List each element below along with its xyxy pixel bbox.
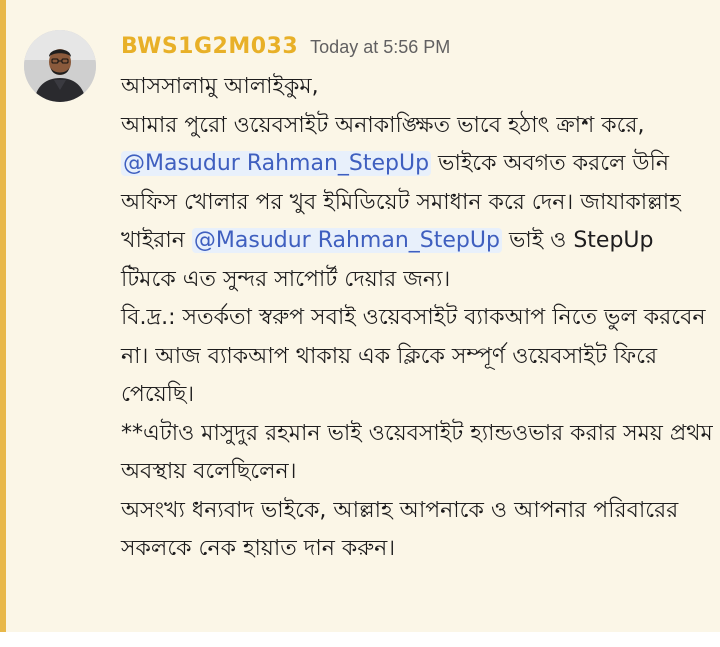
avatar[interactable] <box>24 30 96 102</box>
message-line: অসংখ্য ধন্যবাদ ভাইকে, আল্লাহ আপনাকে ও আপ… <box>121 497 679 562</box>
message-line: আসসালামু আলাইকুম, <box>121 74 319 99</box>
message-body: আসসালামু আলাইকুম, আমার পুরো ওয়েবসাইট অন… <box>121 68 713 569</box>
message-line: **এটাও মাসুদুর রহমান ভাই ওয়েবসাইট হ্যান… <box>121 420 713 485</box>
message-timestamp[interactable]: Today at 5:56 PM <box>310 37 450 58</box>
user-mention[interactable]: @Masudur Rahman_StepUp <box>191 228 502 253</box>
message-row: BWS1G2M033 Today at 5:56 PM আসসালামু আলা… <box>0 0 720 632</box>
author-name[interactable]: BWS1G2M033 <box>121 34 298 59</box>
message-line: আমার পুরো ওয়েবসাইট অনাকাঙ্ক্ষিত ভাবে হঠ… <box>121 112 681 292</box>
message-highlight-bar <box>0 0 6 632</box>
user-mention[interactable]: @Masudur Rahman_StepUp <box>121 151 432 176</box>
user-avatar-icon <box>24 30 96 102</box>
message-content: BWS1G2M033 Today at 5:56 PM আসসালামু আলা… <box>121 34 713 569</box>
message-header: BWS1G2M033 Today at 5:56 PM <box>121 34 713 66</box>
message-line: বি.দ্র.: সতর্কতা স্বরুপ সবাই ওয়েবসাইট ব… <box>121 305 706 407</box>
